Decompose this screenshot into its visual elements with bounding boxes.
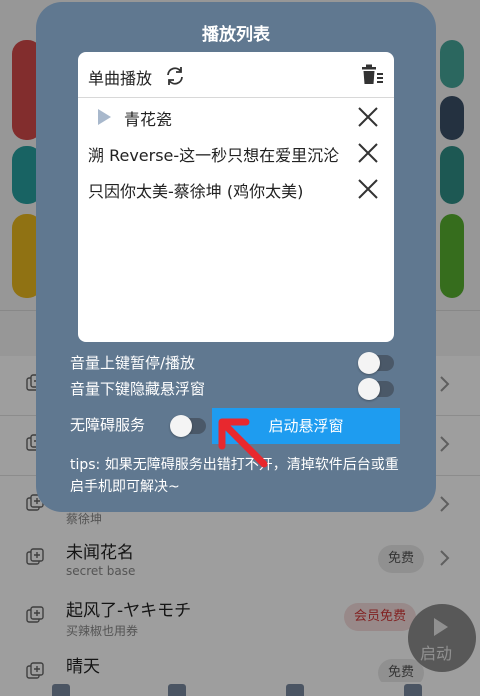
now-playing-icon xyxy=(98,109,111,125)
playlist-item[interactable]: 溯 Reverse-这一秒只想在爱里沉沦 xyxy=(78,136,394,170)
volume-up-toggle[interactable] xyxy=(358,352,394,374)
trash-icon[interactable] xyxy=(360,64,384,86)
toggle-knob xyxy=(358,378,380,400)
playlist-item-title: 只因你太美-蔡徐坤 (鸡你太美) xyxy=(88,182,304,201)
toggle-knob xyxy=(358,352,380,374)
play-mode-label[interactable]: 单曲播放 xyxy=(88,65,152,89)
playlist-item-title: 溯 Reverse-这一秒只想在爱里沉沦 xyxy=(88,146,340,165)
playlist-panel: 单曲播放 青花瓷 溯 Reverse-这一秒只想在爱里沉沦 只因你太美-蔡徐坤 … xyxy=(78,52,394,342)
remove-icon[interactable] xyxy=(356,105,380,129)
playlist-item[interactable]: 青花瓷 xyxy=(78,100,394,134)
volume-down-toggle[interactable] xyxy=(358,378,394,400)
accessibility-toggle[interactable] xyxy=(170,415,206,437)
volume-down-label: 音量下键隐藏悬浮窗 xyxy=(70,380,206,398)
accessibility-label: 无障碍服务 xyxy=(70,416,146,434)
refresh-icon[interactable] xyxy=(164,65,186,87)
playlist-modal: 播放列表 单曲播放 青花瓷 溯 Reverse-这一秒只想在爱里沉沦 只因你太美… xyxy=(36,2,436,512)
remove-icon[interactable] xyxy=(356,177,380,201)
playlist-header: 单曲播放 xyxy=(78,52,394,98)
playlist-item-title: 青花瓷 xyxy=(124,110,173,129)
volume-up-setting: 音量上键暂停/播放 xyxy=(70,350,400,376)
remove-icon[interactable] xyxy=(356,141,380,165)
pointer-arrow-icon xyxy=(218,418,268,468)
volume-down-setting: 音量下键隐藏悬浮窗 xyxy=(70,376,400,402)
modal-title: 播放列表 xyxy=(202,25,270,45)
toggle-knob xyxy=(170,415,192,437)
playlist-item[interactable]: 只因你太美-蔡徐坤 (鸡你太美) xyxy=(78,172,394,206)
volume-up-label: 音量上键暂停/播放 xyxy=(70,354,196,372)
